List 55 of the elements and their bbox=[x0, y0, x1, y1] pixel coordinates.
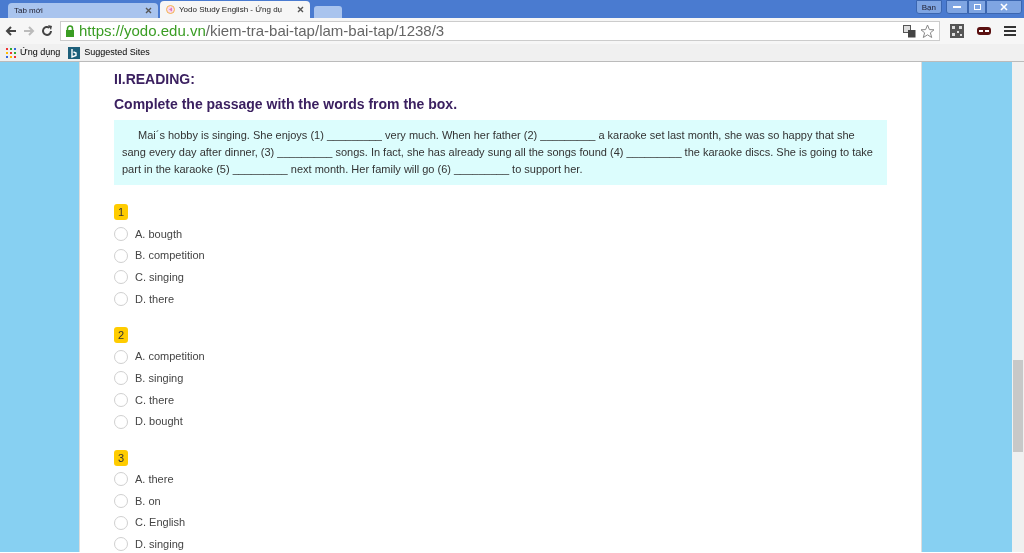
answer-option[interactable]: A. competition bbox=[114, 345, 887, 368]
reading-passage: Mai´s hobby is singing. She enjoys (1) _________ very much. When her father (2) _________ a karaoke set last month, she was so happy that she sang every day after dinner, (3) _________ songs. In fact, she has already sung all the songs found (4) _________ the karaoke discs. She is going to take part in the karaoke (5) _________ next month. Her family will go (6) _________ to support her. bbox=[114, 120, 887, 185]
back-icon[interactable] bbox=[4, 24, 18, 38]
answer-option[interactable]: A. there bbox=[114, 468, 887, 491]
radio-button[interactable] bbox=[114, 494, 128, 509]
close-icon[interactable] bbox=[986, 0, 1022, 14]
radio-button[interactable] bbox=[114, 248, 128, 263]
close-icon[interactable] bbox=[297, 6, 304, 13]
lock-icon bbox=[65, 25, 75, 37]
site-logo-icon bbox=[166, 5, 175, 14]
question-number: 1 bbox=[114, 204, 129, 220]
answer-option[interactable]: C. English bbox=[114, 511, 887, 534]
answer-option[interactable]: C. there bbox=[114, 389, 887, 411]
radio-button[interactable] bbox=[114, 392, 128, 407]
apps-grid-icon bbox=[6, 47, 16, 58]
browser-tab[interactable]: Yodo Study English - Ứng dụ bbox=[160, 1, 310, 18]
answer-option[interactable]: B. competition bbox=[114, 244, 887, 267]
answer-option[interactable]: D. bought bbox=[114, 410, 887, 433]
radio-button[interactable] bbox=[114, 291, 128, 306]
radio-button[interactable] bbox=[114, 472, 128, 487]
restore-icon[interactable] bbox=[968, 0, 986, 14]
answer-option[interactable]: B. on bbox=[114, 490, 887, 512]
letter-b-icon bbox=[68, 46, 81, 59]
url-text: https://yodo.edu.vn/kiem-tra-bai-tap/lam-bai-tap/1238/3 bbox=[79, 20, 445, 41]
radio-button[interactable] bbox=[114, 349, 128, 364]
profile-button[interactable]: Bạn bbox=[915, 0, 942, 14]
answer-option[interactable]: A. bougth bbox=[114, 223, 887, 245]
qr-code-icon[interactable] bbox=[950, 24, 964, 38]
bookmark-link[interactable]: Suggested Sites bbox=[68, 45, 150, 60]
close-icon[interactable] bbox=[145, 7, 152, 14]
radio-button[interactable] bbox=[114, 270, 128, 285]
new-tab-button[interactable] bbox=[314, 6, 342, 18]
bookmark-link[interactable]: Ứng dụng bbox=[6, 45, 61, 60]
minimize-icon[interactable] bbox=[946, 0, 968, 14]
section-title: II.READING: bbox=[114, 70, 196, 88]
radio-button[interactable] bbox=[114, 226, 128, 241]
star-icon[interactable] bbox=[920, 23, 935, 39]
browser-tab[interactable]: Tab mới bbox=[8, 3, 158, 18]
question-number: 3 bbox=[114, 449, 129, 466]
answer-option[interactable]: C. singing bbox=[114, 266, 887, 289]
answer-option[interactable]: D. singing bbox=[114, 533, 887, 553]
menu-icon[interactable] bbox=[1004, 26, 1016, 36]
question-number: 2 bbox=[114, 326, 129, 343]
instruction-text: Complete the passage with the words from the box. bbox=[114, 95, 459, 113]
radio-button[interactable] bbox=[114, 371, 128, 386]
radio-button[interactable] bbox=[114, 537, 128, 552]
scrollbar[interactable] bbox=[1012, 62, 1024, 552]
radio-button[interactable] bbox=[114, 414, 128, 429]
answer-option[interactable]: D. there bbox=[114, 288, 887, 310]
radio-button[interactable] bbox=[114, 515, 128, 530]
address-bar[interactable]: https://yodo.edu.vn/kiem-tra-bai-tap/lam-bai-tap/1238/3 bbox=[60, 21, 940, 41]
reload-icon[interactable] bbox=[40, 24, 54, 38]
translate-icon[interactable] bbox=[903, 24, 916, 38]
answer-option[interactable]: B. singing bbox=[114, 367, 887, 390]
mask-icon[interactable] bbox=[976, 26, 992, 36]
